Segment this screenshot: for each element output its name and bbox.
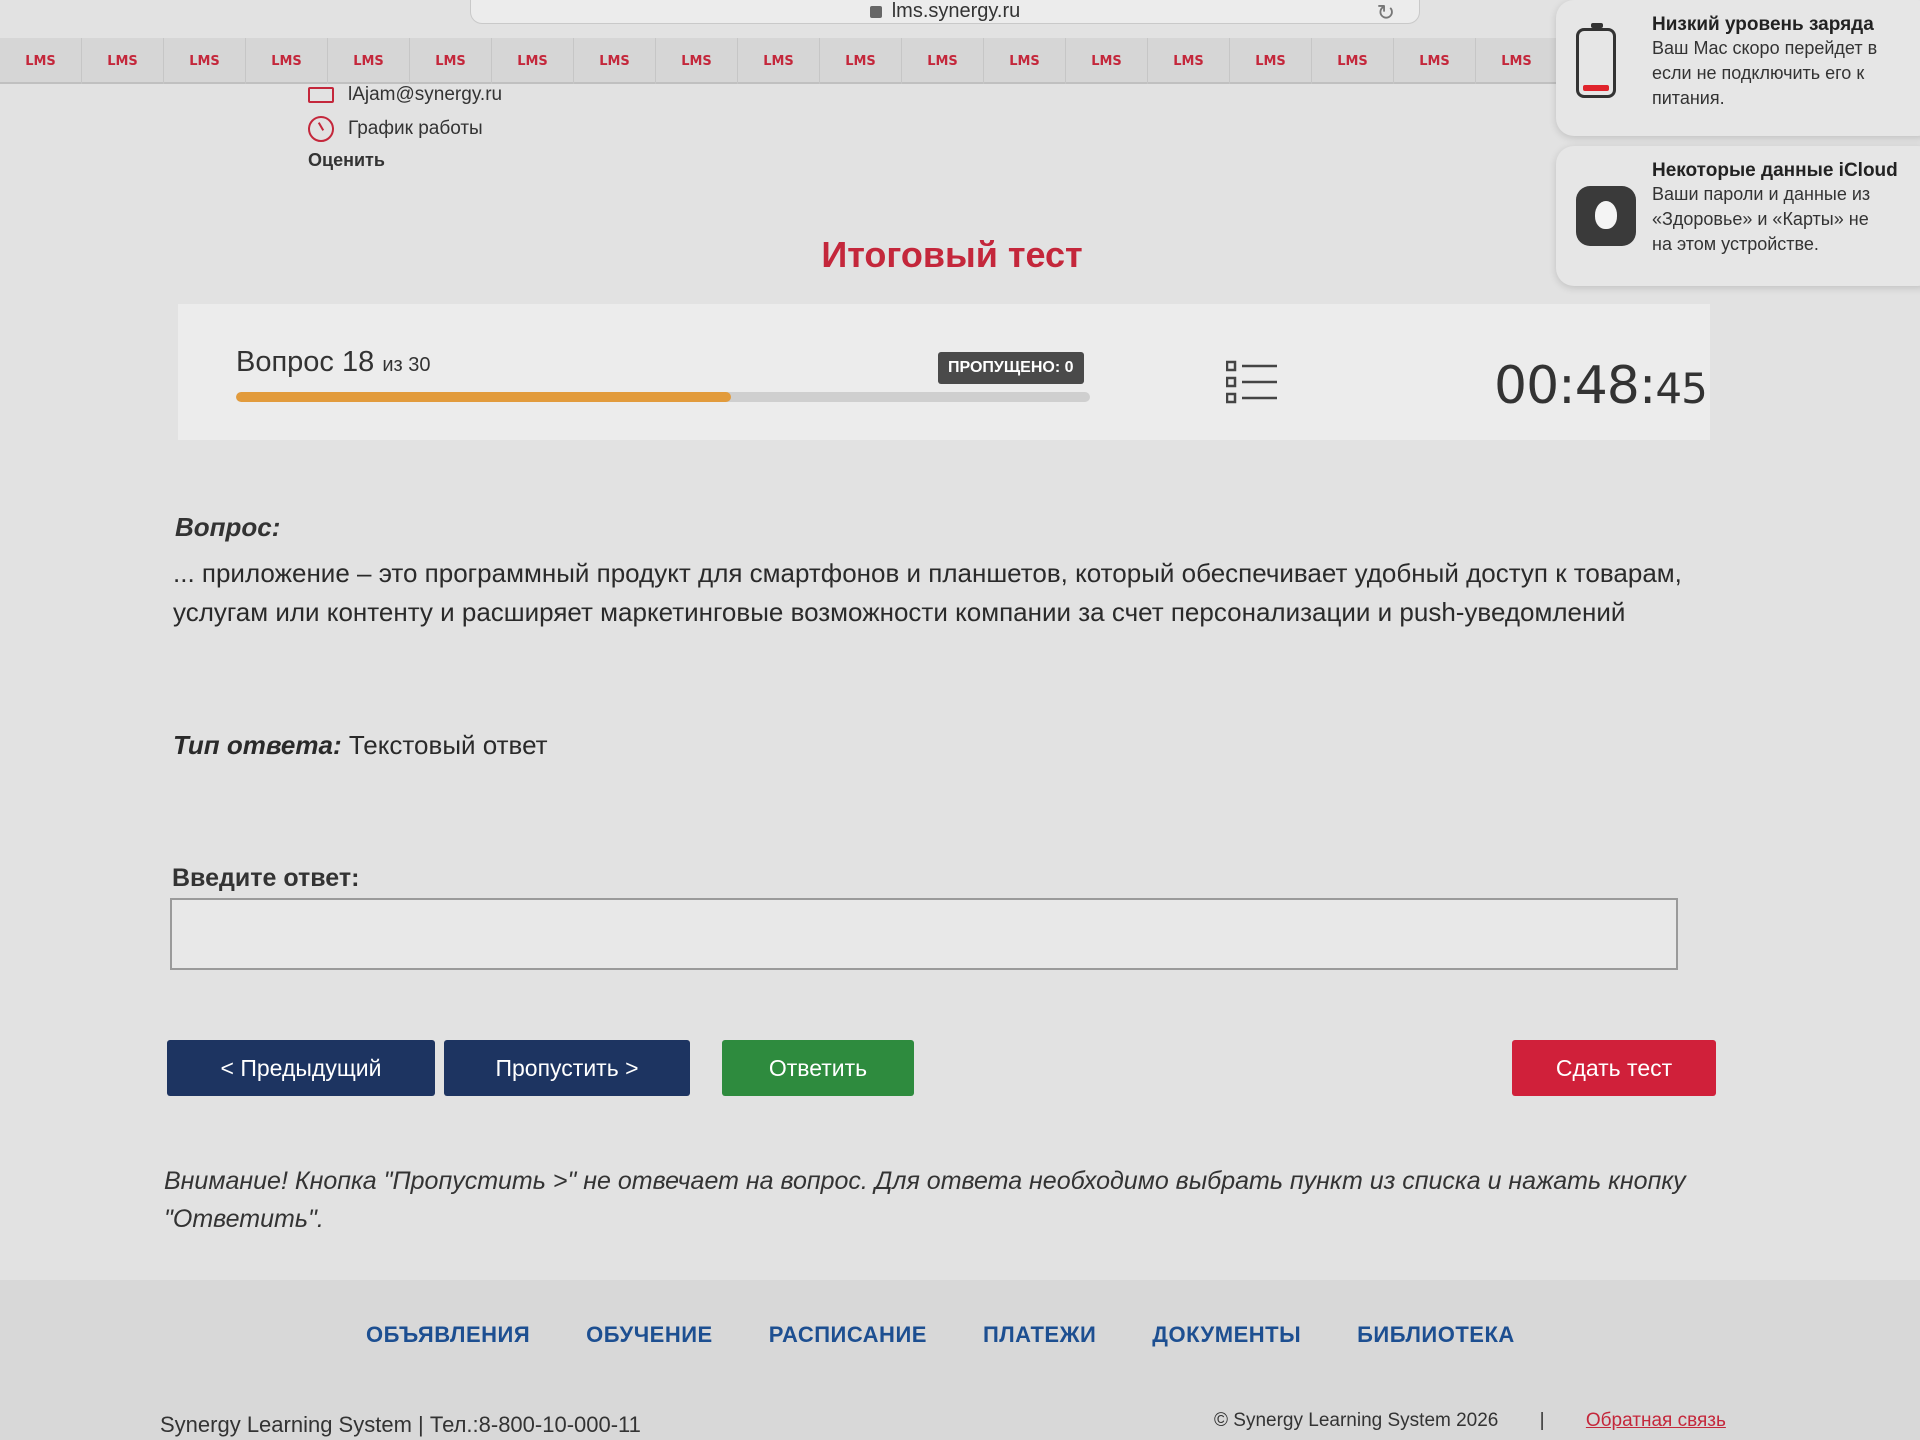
footer-meta: © Synergy Learning System 2026 | Обратна…	[1214, 1410, 1726, 1432]
notification-line: Ваш Mac скоро перейдет в	[1652, 38, 1878, 58]
url-text: lms.synergy.ru	[891, 0, 1021, 22]
question-number: Вопрос 18	[236, 346, 375, 378]
skip-button[interactable]: Пропустить >	[444, 1040, 690, 1096]
question-total: из 30	[382, 354, 431, 376]
submit-test-button[interactable]: Сдать тест	[1512, 1040, 1716, 1096]
question-list-icon[interactable]	[1226, 360, 1278, 404]
lms-pattern-cell: LMS	[1312, 38, 1394, 84]
page-title: Итоговый тест	[821, 234, 1083, 275]
footer-nav-announcements[interactable]: ОБЪЯВЛЕНИЯ	[366, 1322, 530, 1348]
contact-email-text: lAjam@synergy.ru	[348, 84, 503, 105]
footer-nav-documents[interactable]: ДОКУМЕНТЫ	[1152, 1322, 1301, 1348]
lms-pattern-cell: LMS	[738, 38, 820, 84]
progress-fill	[236, 392, 732, 402]
timer: 00:48:45	[1494, 356, 1708, 416]
answer-button[interactable]: Ответить	[722, 1040, 914, 1096]
footer-divider: |	[1539, 1410, 1545, 1431]
feedback-link[interactable]: Обратная связь	[1586, 1410, 1726, 1431]
contact-schedule-text: График работы	[348, 118, 483, 139]
footer-brand: Synergy Learning System | Тел.:8-800-10-…	[160, 1412, 641, 1438]
lms-pattern-cell: LMS	[656, 38, 738, 84]
timer-main: 00:48:	[1494, 356, 1656, 416]
footer-nav-learning[interactable]: ОБУЧЕНИЕ	[586, 1322, 713, 1348]
notification-title: Низкий уровень заряда	[1652, 14, 1874, 35]
lms-pattern-cell: LMS	[1230, 38, 1312, 84]
notification-line: питания.	[1652, 88, 1725, 108]
footer-copyright: © Synergy Learning System 2026	[1214, 1410, 1499, 1431]
battery-low-icon	[1576, 23, 1616, 98]
lms-pattern-cell: LMS	[1394, 38, 1476, 84]
skipped-badge: ПРОПУЩЕНО: 0	[938, 352, 1084, 384]
lms-pattern-cell: LMS	[492, 38, 574, 84]
browser-url-bar[interactable]: lms.synergy.ru ↻	[470, 0, 1420, 26]
footer-nav-schedule[interactable]: РАСПИСАНИЕ	[769, 1322, 927, 1348]
lms-pattern-cell: LMS	[820, 38, 902, 84]
lock-icon	[869, 5, 882, 18]
reload-icon[interactable]: ↻	[1377, 0, 1395, 26]
notification-line: если не подключить его к	[1652, 63, 1865, 83]
question-text: ... приложение – это программный продукт…	[173, 558, 1682, 627]
question-label: Вопрос:	[175, 512, 281, 542]
contact-schedule[interactable]: График работы	[308, 112, 502, 146]
warning-text: Внимание! Кнопка "Пропустить >" не отвеч…	[164, 1167, 1686, 1233]
footer: ОБЪЯВЛЕНИЯ ОБУЧЕНИЕ РАСПИСАНИЕ ПЛАТЕЖИ Д…	[0, 1280, 1920, 1440]
answer-type-label: Тип ответа:	[173, 730, 342, 760]
footer-brand-name: Synergy Learning System	[160, 1412, 412, 1437]
footer-nav: ОБЪЯВЛЕНИЯ ОБУЧЕНИЕ РАСПИСАНИЕ ПЛАТЕЖИ Д…	[366, 1322, 1571, 1348]
clock-icon	[308, 116, 334, 142]
footer-phone: Тел.:8-800-10-000-11	[429, 1412, 641, 1437]
notification-line: «Здоровье» и «Карты» не	[1652, 209, 1869, 229]
answer-label: Введите ответ:	[172, 864, 360, 892]
contacts-block: lAjam@synergy.ru График работы Оценить	[308, 78, 502, 171]
previous-button[interactable]: < Предыдущий	[167, 1040, 435, 1096]
notification-battery[interactable]: Низкий уровень заряда Ваш Mac скоро пере…	[1556, 0, 1920, 136]
footer-divider: |	[418, 1412, 430, 1437]
lms-pattern-cell: LMS	[1476, 38, 1558, 84]
question-counter: Вопрос 18 из 30	[236, 346, 430, 379]
lms-pattern-strip: LMS LMS LMS LMS LMS LMS LMS LMS LMS LMS LMS LMS LMS L…	[0, 38, 1560, 84]
lms-pattern-cell: LMS	[164, 38, 246, 84]
footer-nav-payments[interactable]: ПЛАТЕЖИ	[983, 1322, 1096, 1348]
lms-pattern-cell: LMS	[82, 38, 164, 84]
lms-pattern-cell: LMS	[1148, 38, 1230, 84]
lms-pattern-cell: LMS	[574, 38, 656, 84]
lms-pattern-cell: LMS	[1066, 38, 1148, 84]
notification-line: Ваши пароли и данные из	[1652, 184, 1871, 204]
progress-bar	[236, 392, 1090, 402]
rate-link[interactable]: Оценить	[308, 150, 502, 171]
contact-email[interactable]: lAjam@synergy.ru	[308, 78, 502, 112]
notification-title: Некоторые данные iCloud	[1652, 160, 1898, 181]
mail-icon	[308, 87, 334, 103]
answer-type-value: Текстовый ответ	[348, 730, 548, 760]
answer-type: Тип ответа: Текстовый ответ	[173, 730, 548, 761]
question-header-panel: Вопрос 18 из 30 ПРОПУЩЕНО: 0 00:48:45	[178, 304, 1710, 440]
footer-nav-library[interactable]: БИБЛИОТЕКА	[1357, 1322, 1515, 1348]
answer-input[interactable]	[170, 898, 1678, 970]
lms-pattern-cell: LMS	[902, 38, 984, 84]
lms-pattern-cell: LMS	[0, 38, 82, 84]
lms-pattern-cell: LMS	[984, 38, 1066, 84]
timer-seconds: 45	[1655, 364, 1707, 413]
